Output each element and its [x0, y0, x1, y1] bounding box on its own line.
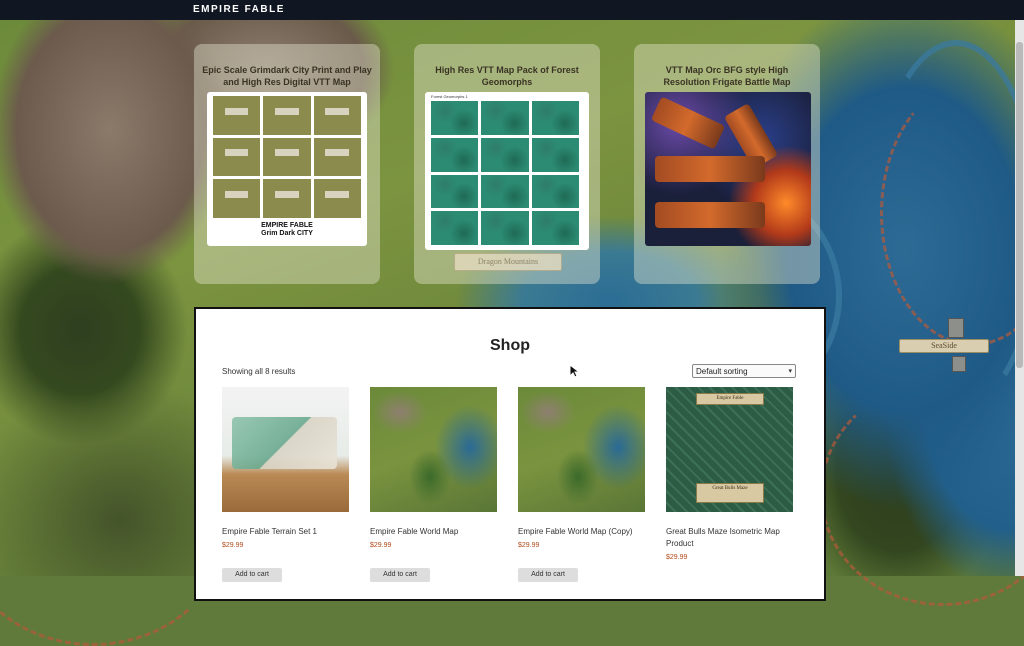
add-to-cart-button[interactable]: Add to cart — [370, 568, 430, 582]
product-name[interactable]: Empire Fable World Map (Copy) — [518, 526, 645, 538]
product-price: $29.99 — [518, 542, 540, 549]
product-image[interactable] — [222, 387, 349, 512]
map-tower-icon — [952, 356, 966, 372]
sort-select[interactable]: Default sorting ▾ — [692, 364, 796, 378]
featured-card-city[interactable]: Epic Scale Grimdark City Print and Play … — [194, 44, 380, 284]
page-scrollbar[interactable] — [1015, 20, 1024, 576]
featured-card-forest[interactable]: High Res VTT Map Pack of Forest Geomorph… — [414, 44, 600, 284]
featured-card-frigate[interactable]: VTT Map Orc BFG style High Resolution Fr… — [634, 44, 820, 284]
product-image[interactable]: Empire Fable Great Bulls Maze — [666, 387, 793, 512]
maze-image-tag: Great Bulls Maze — [696, 483, 764, 503]
product-card[interactable]: Empire Fable Great Bulls Maze Great Bull… — [666, 387, 793, 561]
product-card[interactable]: Empire Fable World Map (Copy) $29.99 — [518, 387, 645, 549]
shop-title: Shop — [490, 337, 530, 354]
product-card[interactable]: Empire Fable Terrain Set 1 $29.99 — [222, 387, 349, 549]
frigate-ship — [655, 202, 765, 228]
frigate-ship — [655, 156, 765, 182]
featured-title[interactable]: Epic Scale Grimdark City Print and Play … — [202, 64, 372, 88]
scrollbar-thumb[interactable] — [1016, 42, 1023, 368]
add-to-cart-button[interactable]: Add to cart — [518, 568, 578, 582]
featured-image-forest[interactable]: Forest Geomorphs 1 — [425, 92, 589, 250]
map-banner-dragon-mountains: Dragon Mountains — [454, 253, 562, 271]
product-name[interactable]: Great Bulls Maze Isometric Map Product — [666, 526, 793, 550]
forest-tile-grid — [431, 101, 579, 245]
city-caption: EMPIRE FABLE Grim Dark CITY — [261, 222, 313, 237]
featured-title[interactable]: VTT Map Orc BFG style High Resolution Fr… — [642, 64, 812, 88]
product-name[interactable]: Empire Fable World Map — [370, 526, 497, 538]
result-count: Showing all 8 results — [222, 367, 296, 376]
product-image[interactable] — [370, 387, 497, 512]
cursor-arrow-icon — [569, 364, 581, 378]
map-tower-icon — [948, 318, 964, 338]
product-card[interactable]: Empire Fable World Map $29.99 — [370, 387, 497, 549]
forest-image-label: Forest Geomorphs 1 — [431, 94, 468, 99]
maze-image-tag: Empire Fable — [696, 393, 764, 405]
featured-title[interactable]: High Res VTT Map Pack of Forest Geomorph… — [422, 64, 592, 88]
city-map-grid — [213, 96, 361, 218]
product-name[interactable]: Empire Fable Terrain Set 1 — [222, 526, 349, 538]
map-label-seaside: SeaSide — [899, 339, 989, 353]
chevron-down-icon: ▾ — [788, 368, 792, 375]
featured-image-city[interactable]: EMPIRE FABLE Grim Dark CITY — [207, 92, 367, 246]
featured-image-frigate[interactable] — [645, 92, 811, 246]
add-to-cart-button[interactable]: Add to cart — [222, 568, 282, 582]
product-price: $29.99 — [222, 542, 244, 549]
sort-selected-value: Default sorting — [696, 367, 748, 376]
road — [0, 420, 226, 646]
product-price: $29.99 — [666, 554, 688, 561]
product-price: $29.99 — [370, 542, 392, 549]
site-logo[interactable]: EMPIRE FABLE — [193, 4, 285, 15]
road — [820, 380, 1024, 606]
shop-section: Shop Showing all 8 results Default sorti… — [194, 307, 826, 601]
product-image[interactable] — [518, 387, 645, 512]
site-header: EMPIRE FABLE — [0, 0, 1024, 20]
